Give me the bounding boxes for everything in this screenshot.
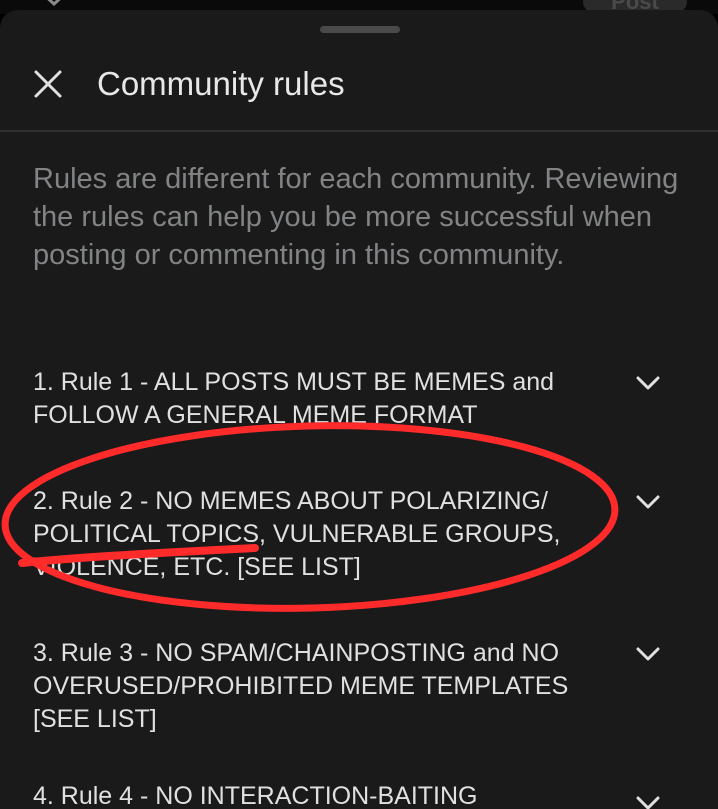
chevron-down-icon[interactable] — [634, 645, 662, 663]
rule-item-2[interactable]: 2. Rule 2 - NO MEMES ABOUT POLARIZING/ P… — [0, 485, 718, 595]
rules-intro-text: Rules are different for each community. … — [33, 163, 679, 271]
rule-label: 1. Rule 1 - ALL POSTS MUST BE MEMES and … — [33, 368, 555, 429]
rule-item-3[interactable]: 3. Rule 3 - NO SPAM/CHAINPOSTING and NO … — [0, 637, 718, 747]
divider — [0, 130, 718, 132]
chevron-down-icon[interactable] — [634, 794, 662, 809]
community-rules-sheet: Community rules Rules are different for … — [0, 10, 718, 809]
rule-label: 3. Rule 3 - NO SPAM/CHAINPOSTING and NO … — [33, 639, 569, 733]
rule-item-4[interactable]: 4. Rule 4 - NO INTERACTION-BAITING — [0, 780, 718, 809]
chevron-down-icon[interactable] — [634, 493, 662, 511]
rule-item-1[interactable]: 1. Rule 1 - ALL POSTS MUST BE MEMES and … — [0, 366, 718, 450]
drag-handle[interactable] — [320, 26, 400, 33]
check-icon[interactable] — [40, 0, 68, 10]
chevron-down-icon[interactable] — [634, 374, 662, 392]
rule-label: 2. Rule 2 - NO MEMES ABOUT POLARIZING/ P… — [33, 487, 561, 581]
rule-label: 4. Rule 4 - NO INTERACTION-BAITING — [33, 782, 478, 809]
sheet-title: Community rules — [97, 65, 345, 102]
close-icon — [34, 70, 62, 98]
close-button[interactable] — [26, 62, 70, 106]
